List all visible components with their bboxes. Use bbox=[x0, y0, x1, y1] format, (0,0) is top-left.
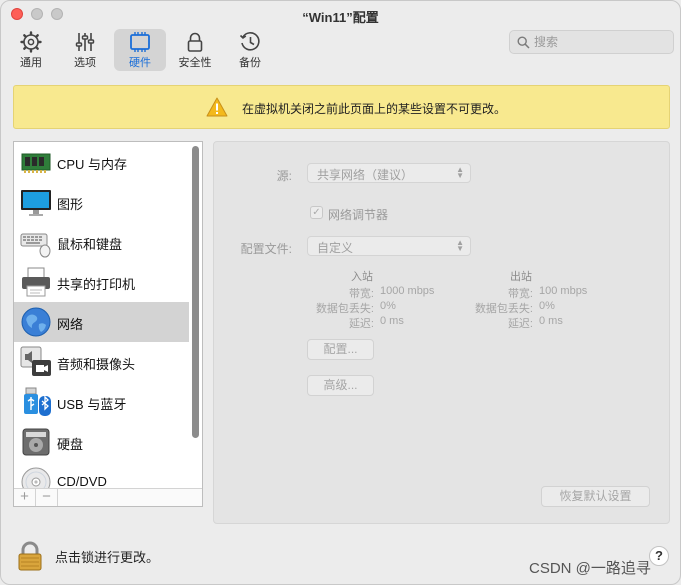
window-title: “Win11”配置 bbox=[302, 10, 379, 25]
inbound-bandwidth-label: 带宽: bbox=[348, 288, 374, 300]
list-item-graphics[interactable]: 图形 bbox=[14, 182, 189, 222]
tab-options-label: 选项 bbox=[74, 57, 96, 69]
source-label: 源: bbox=[276, 169, 292, 183]
monitor-icon bbox=[21, 190, 51, 216]
source-select-value: 共享网络（建议） bbox=[317, 168, 414, 182]
search-box bbox=[509, 30, 674, 54]
list-item-mouse-keyboard[interactable]: 鼠标和键盘 bbox=[14, 222, 189, 262]
list-item-label: 音频和摄像头 bbox=[57, 357, 136, 372]
outbound-loss-label: 数据包丢失: bbox=[474, 303, 533, 315]
watermark: CSDN @一路追寻 bbox=[529, 560, 651, 577]
list-item-cpu-memory[interactable]: CPU 与内存 bbox=[14, 142, 189, 182]
list-item-label: 图形 bbox=[57, 197, 84, 212]
tab-options[interactable]: 选项 bbox=[59, 29, 111, 71]
usb-bluetooth-icon bbox=[24, 387, 51, 416]
warning-text: 在虚拟机关闭之前此页面上的某些设置不可更改。 bbox=[242, 102, 507, 116]
inbound-bandwidth-value: 1000 mbps bbox=[380, 285, 435, 297]
lock-hint-text: 点击锁进行更改。 bbox=[55, 550, 160, 565]
search-icon bbox=[517, 36, 530, 49]
device-list-scrollbar[interactable] bbox=[192, 146, 199, 438]
toolbar: 通用 选项 硬件 安全性 备份 搜索 bbox=[1, 27, 680, 73]
remove-device-button[interactable]: − bbox=[36, 489, 58, 506]
network-conditioner-checkbox[interactable]: ✓ bbox=[310, 206, 323, 219]
tab-hardware-label: 硬件 bbox=[129, 57, 151, 69]
list-item-printer[interactable]: 共享的打印机 bbox=[14, 262, 189, 302]
globe-icon bbox=[21, 307, 51, 337]
speaker-camera-icon bbox=[20, 346, 51, 376]
outbound-bandwidth-label: 带宽: bbox=[507, 288, 533, 300]
tab-backup[interactable]: 备份 bbox=[224, 29, 276, 71]
list-item-audio-camera[interactable]: 音频和摄像头 bbox=[14, 342, 189, 382]
tab-security[interactable]: 安全性 bbox=[169, 29, 221, 71]
config-window: “Win11”配置 通用 选项 硬件 安全性 备份 搜索 在虚拟机关闭之前此页面… bbox=[0, 0, 681, 585]
search-input[interactable] bbox=[534, 33, 664, 51]
inbound-delay-label: 延迟: bbox=[348, 318, 374, 330]
warning-icon bbox=[206, 97, 228, 117]
padlock-icon[interactable] bbox=[17, 541, 43, 571]
list-item-label: 鼠标和键盘 bbox=[57, 237, 123, 252]
list-item-label: 网络 bbox=[57, 317, 84, 332]
advanced-button[interactable]: 高级... bbox=[307, 375, 374, 396]
tab-general[interactable]: 通用 bbox=[5, 29, 57, 71]
list-item-usb-bluetooth[interactable]: USB 与蓝牙 bbox=[14, 382, 189, 422]
warning-banner: 在虚拟机关闭之前此页面上的某些设置不可更改。 bbox=[13, 85, 670, 129]
outbound-header: 出站 bbox=[510, 271, 532, 283]
cpu-memory-icon bbox=[21, 153, 51, 173]
printer-icon bbox=[22, 267, 50, 297]
device-list-footer: + − bbox=[14, 488, 202, 506]
sliders-icon bbox=[75, 33, 95, 51]
list-item-hard-disk[interactable]: 硬盘 bbox=[14, 422, 189, 462]
hard-disk-icon bbox=[22, 428, 50, 456]
outbound-delay-label: 延迟: bbox=[507, 318, 533, 330]
chip-icon bbox=[130, 32, 150, 52]
profile-select-value: 自定义 bbox=[317, 241, 354, 255]
inbound-header: 入站 bbox=[351, 271, 373, 283]
network-settings-panel: 源: 共享网络（建议） ▲ ▼ ✓ 网络调节器 配置文件: 自定义 ▲ ▼ 入站 带… bbox=[213, 141, 670, 524]
list-item-network[interactable]: 网络 bbox=[14, 302, 189, 342]
list-item-label: CPU 与内存 bbox=[57, 157, 128, 172]
restore-defaults-button[interactable]: 恢复默认设置 bbox=[541, 486, 650, 507]
help-button[interactable]: ? bbox=[649, 546, 669, 566]
device-list: CPU 与内存 图形 鼠标和键盘 共享的打印机 网络 音频和摄像头 USB 与蓝… bbox=[13, 141, 203, 507]
list-item-label: USB 与蓝牙 bbox=[57, 397, 127, 412]
inbound-loss-value: 0% bbox=[380, 300, 396, 312]
chevron-updown-icon: ▲ ▼ bbox=[456, 238, 464, 253]
profile-label: 配置文件: bbox=[240, 242, 292, 256]
clock-history-icon bbox=[239, 32, 260, 51]
tab-backup-label: 备份 bbox=[239, 57, 261, 69]
gear-icon bbox=[20, 31, 42, 53]
tab-hardware[interactable]: 硬件 bbox=[114, 29, 166, 71]
title-bar: “Win11”配置 bbox=[1, 1, 680, 29]
outbound-bandwidth-value: 100 mbps bbox=[539, 285, 588, 297]
inbound-loss-label: 数据包丢失: bbox=[315, 303, 374, 315]
list-item-label: CD/DVD bbox=[57, 474, 107, 489]
add-device-button[interactable]: + bbox=[14, 489, 36, 506]
profile-select[interactable]: 自定义 ▲ ▼ bbox=[307, 236, 471, 256]
outbound-delay-value: 0 ms bbox=[539, 315, 563, 327]
source-select[interactable]: 共享网络（建议） ▲ ▼ bbox=[307, 163, 471, 183]
inbound-delay-value: 0 ms bbox=[380, 315, 404, 327]
configure-button[interactable]: 配置... bbox=[307, 339, 374, 360]
list-item-label: 共享的打印机 bbox=[57, 277, 136, 292]
tab-security-label: 安全性 bbox=[178, 57, 212, 69]
tab-general-label: 通用 bbox=[20, 57, 42, 69]
chevron-updown-icon: ▲ ▼ bbox=[456, 165, 464, 180]
keyboard-mouse-icon bbox=[20, 233, 51, 258]
network-conditioner-label: 网络调节器 bbox=[328, 208, 389, 222]
lock-icon bbox=[187, 32, 203, 52]
list-item-label: 硬盘 bbox=[57, 437, 84, 452]
outbound-loss-value: 0% bbox=[539, 300, 555, 312]
